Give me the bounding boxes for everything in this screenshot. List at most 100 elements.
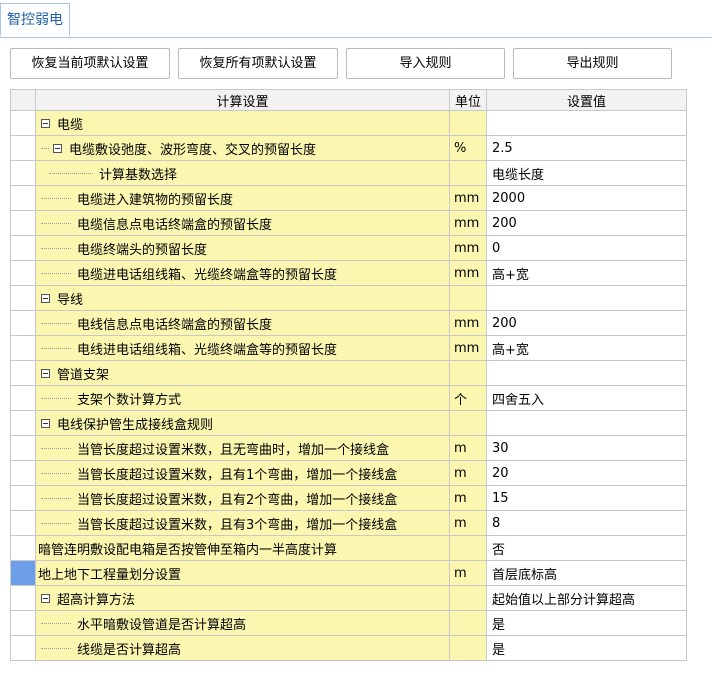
setting-name-cell[interactable]: 当管长度超过设置米数，且无弯曲时，增加一个接线盒 (35, 435, 450, 461)
table-row[interactable]: 当管长度超过设置米数，且无弯曲时，增加一个接线盒 m 30 (10, 435, 687, 461)
row-selector[interactable] (10, 485, 36, 511)
table-row[interactable]: 水平暗敷设管道是否计算超高 是 (10, 610, 687, 636)
setting-value-cell[interactable]: 否 (486, 535, 687, 561)
row-selector[interactable] (10, 210, 36, 236)
collapse-toggle-icon[interactable] (41, 368, 50, 378)
setting-name-cell[interactable]: 电线进电话组线箱、光缆终端盒等的预留长度 (35, 335, 450, 361)
row-selector[interactable] (10, 635, 36, 661)
setting-name-cell[interactable]: 电缆终端头的预留长度 (35, 235, 450, 261)
row-selector[interactable] (10, 435, 36, 461)
table-row[interactable]: 支架个数计算方式 个四舍五入 (10, 385, 687, 411)
setting-value-cell[interactable]: 15 (486, 485, 687, 511)
table-row[interactable]: 电缆信息点电话终端盒的预留长度 mm 200 (10, 210, 687, 236)
setting-name-cell[interactable]: 线缆是否计算超高 (35, 635, 450, 661)
row-selector[interactable] (10, 160, 36, 186)
row-selector[interactable] (10, 310, 36, 336)
setting-value-cell[interactable]: 首层底标高 (486, 560, 687, 586)
table-row[interactable]: 线缆是否计算超高 是 (10, 635, 687, 661)
setting-value-cell[interactable]: 200 (486, 310, 687, 336)
collapse-toggle-icon[interactable] (41, 593, 50, 603)
row-selector[interactable] (10, 285, 36, 311)
setting-value-cell[interactable] (486, 360, 687, 386)
table-row[interactable]: 电线保护管生成接线盒规则 (10, 410, 687, 436)
setting-name-cell[interactable]: 管道支架 (35, 360, 450, 386)
row-selector[interactable] (10, 360, 36, 386)
table-row[interactable]: 电线信息点电话终端盒的预留长度 mm 200 (10, 310, 687, 336)
tab-zhikong-ruodian[interactable]: 智控弱电 (0, 3, 70, 36)
row-selector[interactable] (10, 560, 36, 586)
table-row[interactable]: 电缆进入建筑物的预留长度 mm 2000 (10, 185, 687, 211)
row-selector[interactable] (10, 335, 36, 361)
table-row[interactable]: 当管长度超过设置米数，且有3个弯曲，增加一个接线盒 m 8 (10, 510, 687, 536)
setting-value-cell[interactable]: 电缆长度 (486, 160, 687, 186)
setting-value-cell[interactable]: 四舍五入 (486, 385, 687, 411)
setting-name-cell[interactable]: 当管长度超过设置米数，且有1个弯曲，增加一个接线盒 (35, 460, 450, 486)
setting-value-cell[interactable]: 20 (486, 460, 687, 486)
setting-value-cell[interactable]: 高+宽 (486, 335, 687, 361)
table-row[interactable]: 电缆 (10, 110, 687, 136)
row-selector[interactable] (10, 510, 36, 536)
table-row[interactable]: 电缆敷设弛度、波形弯度、交叉的预留长度% 2.5 (10, 135, 687, 161)
setting-name-cell[interactable]: 暗管连明敷设配电箱是否按管伸至箱内一半高度计算 (35, 535, 450, 561)
row-selector[interactable] (10, 110, 36, 136)
table-row[interactable]: 导线 (10, 285, 687, 311)
setting-name-cell[interactable]: 当管长度超过设置米数，且有2个弯曲，增加一个接线盒 (35, 485, 450, 511)
setting-value-cell[interactable]: 2000 (486, 185, 687, 211)
table-row[interactable]: 管道支架 (10, 360, 687, 386)
table-row[interactable]: 当管长度超过设置米数，且有1个弯曲，增加一个接线盒 m 20 (10, 460, 687, 486)
restore-current-default-button[interactable]: 恢复当前项默认设置 (10, 48, 170, 79)
row-selector[interactable] (10, 235, 36, 261)
collapse-toggle-icon[interactable] (41, 293, 50, 303)
restore-all-default-button[interactable]: 恢复所有项默认设置 (178, 48, 338, 79)
table-row[interactable]: 计算基数选择 电缆长度 (10, 160, 687, 186)
setting-value-cell[interactable] (486, 410, 687, 436)
table-row[interactable]: 暗管连明敷设配电箱是否按管伸至箱内一半高度计算 否 (10, 535, 687, 561)
setting-name-cell[interactable]: 电线保护管生成接线盒规则 (35, 410, 450, 436)
export-rules-button[interactable]: 导出规则 (513, 48, 672, 79)
setting-value-cell[interactable]: 30 (486, 435, 687, 461)
table-row[interactable]: 电缆终端头的预留长度 mm 0 (10, 235, 687, 261)
setting-value-cell[interactable] (486, 285, 687, 311)
setting-value-cell[interactable]: 是 (486, 635, 687, 661)
setting-name-cell[interactable]: 导线 (35, 285, 450, 311)
setting-name-cell[interactable]: 超高计算方法 (35, 585, 450, 611)
setting-name-cell[interactable]: 地上地下工程量划分设置 (35, 560, 450, 586)
row-selector[interactable] (10, 385, 36, 411)
setting-name-cell[interactable]: 当管长度超过设置米数，且有3个弯曲，增加一个接线盒 (35, 510, 450, 536)
import-rules-button[interactable]: 导入规则 (346, 48, 505, 79)
setting-name-cell[interactable]: 电缆信息点电话终端盒的预留长度 (35, 210, 450, 236)
collapse-toggle-icon[interactable] (41, 418, 50, 428)
row-selector[interactable] (10, 410, 36, 436)
setting-value-cell[interactable]: 8 (486, 510, 687, 536)
table-row[interactable]: 电线进电话组线箱、光缆终端盒等的预留长度 mm 高+宽 (10, 335, 687, 361)
setting-name-cell[interactable]: 电缆进电话组线箱、光缆终端盒等的预留长度 (35, 260, 450, 286)
setting-value-cell[interactable]: 是 (486, 610, 687, 636)
collapse-toggle-icon[interactable] (41, 118, 50, 128)
setting-value-cell[interactable]: 2.5 (486, 135, 687, 161)
setting-name-cell[interactable]: 电线信息点电话终端盒的预留长度 (35, 310, 450, 336)
row-selector[interactable] (10, 610, 36, 636)
row-selector[interactable] (10, 185, 36, 211)
row-selector[interactable] (10, 460, 36, 486)
setting-name-label: 线缆是否计算超高 (77, 642, 182, 658)
setting-value-cell[interactable]: 起始值以上部分计算超高 (486, 585, 687, 611)
table-row[interactable]: 电缆进电话组线箱、光缆终端盒等的预留长度 mm 高+宽 (10, 260, 687, 286)
row-selector[interactable] (10, 135, 36, 161)
setting-name-cell[interactable]: 支架个数计算方式 (35, 385, 450, 411)
row-selector[interactable] (10, 585, 36, 611)
row-selector[interactable] (10, 260, 36, 286)
setting-name-cell[interactable]: 电缆敷设弛度、波形弯度、交叉的预留长度 (35, 135, 450, 161)
table-row[interactable]: 当管长度超过设置米数，且有2个弯曲，增加一个接线盒 m 15 (10, 485, 687, 511)
setting-name-cell[interactable]: 计算基数选择 (35, 160, 450, 186)
setting-value-cell[interactable]: 高+宽 (486, 260, 687, 286)
setting-value-cell[interactable] (486, 110, 687, 136)
setting-value-cell[interactable]: 200 (486, 210, 687, 236)
setting-name-cell[interactable]: 水平暗敷设管道是否计算超高 (35, 610, 450, 636)
setting-value-cell[interactable]: 0 (486, 235, 687, 261)
row-selector[interactable] (10, 535, 36, 561)
setting-name-cell[interactable]: 电缆进入建筑物的预留长度 (35, 185, 450, 211)
table-row[interactable]: 超高计算方法 起始值以上部分计算超高 (10, 585, 687, 611)
setting-name-cell[interactable]: 电缆 (35, 110, 450, 136)
table-row[interactable]: 地上地下工程量划分设置 m 首层底标高 (10, 560, 687, 586)
collapse-toggle-icon[interactable] (53, 143, 62, 153)
